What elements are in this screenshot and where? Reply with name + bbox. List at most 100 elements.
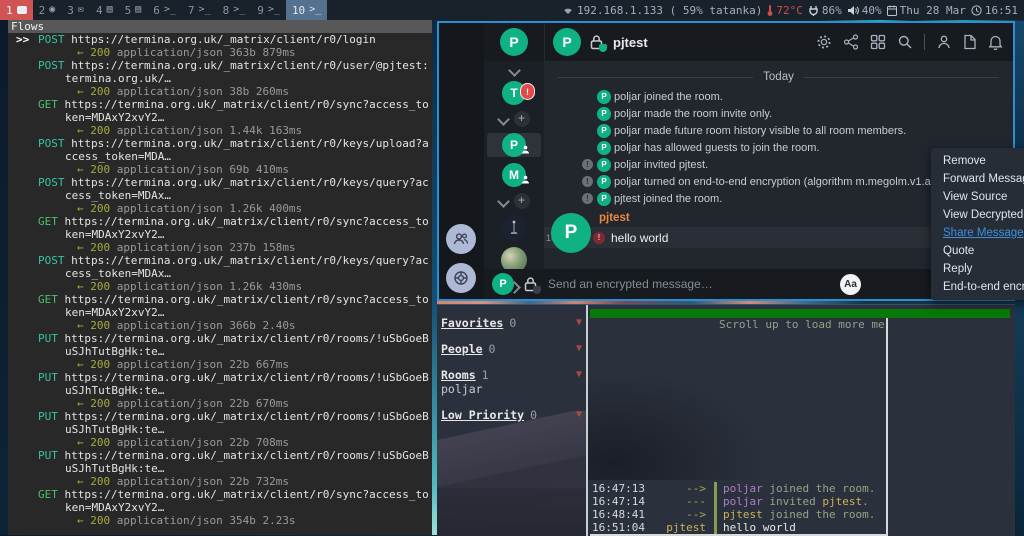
room-header: P pjtest — [544, 23, 1013, 61]
volume-text: 40% — [862, 4, 882, 17]
context-menu-item[interactable]: View Decrypted S — [931, 206, 1024, 224]
workspace-button[interactable]: 10 — [286, 0, 327, 20]
share-icon[interactable] — [843, 34, 859, 50]
rooms-grid-icon[interactable] — [870, 34, 886, 50]
sidebar-sections: Favorites 0 ▼ People 0 ▼ — [441, 316, 582, 421]
workspace-button[interactable]: 8 — [217, 0, 252, 20]
flow-row[interactable]: PUT https://termina.org.uk/_matrix/clien… — [8, 410, 432, 449]
workspace-number: 10 — [292, 4, 305, 17]
request-url: https://termina.org.uk/_matrix/client/r0… — [65, 371, 429, 397]
flow-row[interactable]: PUT https://termina.org.uk/_matrix/clien… — [8, 332, 432, 371]
workspace-icon — [309, 5, 321, 15]
flow-row[interactable]: >> POST https://termina.org.uk/_matrix/c… — [8, 33, 432, 59]
directory-button[interactable] — [446, 224, 476, 254]
request-url: https://termina.org.uk/_matrix/client/r0… — [65, 332, 429, 358]
flow-row[interactable]: GET https://termina.org.uk/_matrix/clien… — [8, 98, 432, 137]
flow-row[interactable]: POST https://termina.org.uk/_matrix/clie… — [8, 59, 432, 98]
flow-row[interactable]: PUT https://termina.org.uk/_matrix/clien… — [8, 371, 432, 410]
response-meta: application/json 1.44k 163ms — [117, 124, 302, 137]
collapse-triangle-icon[interactable]: ▼ — [576, 343, 582, 354]
collapse-triangle-icon[interactable]: ▼ — [576, 369, 582, 380]
request-url: https://termina.org.uk/_matrix/client/r0… — [65, 488, 429, 514]
file-icon[interactable] — [963, 34, 977, 50]
collapse-triangle-icon[interactable]: ▼ — [576, 317, 582, 328]
workspace-list: 1 2 3 4 5 6 — [0, 0, 327, 20]
workspace-number: 9 — [257, 4, 264, 17]
workspace-button[interactable]: 3 — [61, 0, 90, 20]
flow-row[interactable]: GET https://termina.org.uk/_matrix/clien… — [8, 215, 432, 254]
account-area[interactable]: P — [484, 28, 544, 56]
room-avatar: P — [553, 28, 581, 56]
search-icon[interactable] — [897, 34, 913, 50]
message-input[interactable]: Send an encrypted message… — [548, 277, 831, 291]
flow-row[interactable]: GET https://termina.org.uk/_matrix/clien… — [8, 488, 432, 527]
context-menu-item[interactable]: Share Message — [931, 224, 1024, 242]
members-icon[interactable] — [936, 34, 952, 50]
account-avatar[interactable]: P — [500, 28, 528, 56]
workspace-button[interactable]: 7 — [182, 0, 217, 20]
flow-row[interactable]: PUT https://termina.org.uk/_matrix/clien… — [8, 449, 432, 488]
context-menu-item[interactable]: End-to-end encry — [931, 278, 1024, 296]
flow-row[interactable]: GET https://termina.org.uk/_matrix/clien… — [8, 293, 432, 332]
log-line: 16:48:41 --> pjtest joined the room. — [590, 508, 886, 521]
workspace-number: 3 — [67, 4, 74, 17]
chevron-down-icon[interactable] — [508, 64, 521, 77]
workspace-button[interactable]: 2 — [33, 0, 62, 20]
add-room-button[interactable]: + — [514, 193, 530, 209]
context-menu-item[interactable]: Remove — [931, 152, 1024, 170]
workspace-button[interactable]: 9 — [251, 0, 286, 20]
workspace-button[interactable]: 4 — [90, 0, 119, 20]
calendar-icon — [887, 5, 897, 16]
section-header[interactable]: People 0 ▼ — [441, 342, 582, 355]
response-status: ← 200 — [77, 202, 110, 215]
workspace-button[interactable]: 1 — [0, 0, 33, 20]
workspace-icon — [17, 6, 27, 14]
flow-row[interactable]: POST https://termina.org.uk/_matrix/clie… — [8, 137, 432, 176]
workspace-button[interactable]: 6 — [147, 0, 182, 20]
format-button[interactable]: Aa — [840, 274, 861, 295]
room-avatar-lamp[interactable] — [501, 215, 527, 241]
add-room-button[interactable]: + — [514, 111, 530, 127]
temperature-segment: 72°C — [767, 4, 803, 17]
workspace-number: 5 — [125, 4, 132, 17]
response-status: ← 200 — [77, 163, 110, 176]
notifications-bell-icon[interactable] — [988, 34, 1003, 50]
context-menu-item[interactable]: Quote — [931, 242, 1024, 260]
response-line: ← 200 application/json 354b 2.23s — [8, 514, 432, 527]
room-item-m[interactable]: M — [487, 163, 541, 187]
flow-row[interactable]: POST https://termina.org.uk/_matrix/clie… — [8, 254, 432, 293]
request-line: GET https://termina.org.uk/_matrix/clien… — [8, 293, 432, 319]
response-meta: application/json 22b 732ms — [117, 475, 289, 488]
response-line: ← 200 application/json 22b 670ms — [8, 397, 432, 410]
request-line: PUT https://termina.org.uk/_matrix/clien… — [8, 332, 432, 358]
room-entry[interactable]: poljar — [441, 382, 582, 395]
log-sender: --> — [654, 508, 706, 521]
flow-row[interactable]: POST https://termina.org.uk/_matrix/clie… — [8, 176, 432, 215]
room-title: pjtest — [613, 35, 648, 50]
context-menu-item[interactable]: Reply — [931, 260, 1024, 278]
request-url: https://termina.org.uk/_matrix/client/r0… — [65, 137, 429, 163]
chevron-down-icon[interactable] — [497, 113, 510, 126]
room-event: P poljar made the room invite only. — [544, 105, 1013, 122]
context-menu-item[interactable]: View Source — [931, 188, 1024, 206]
date-divider: Today — [558, 71, 999, 83]
collapse-triangle-icon[interactable]: ▼ — [576, 409, 582, 420]
clock-icon — [971, 5, 982, 16]
room-item-t[interactable]: T ! — [487, 81, 541, 105]
room-item-p-selected[interactable]: P — [487, 133, 541, 157]
section-count: 0 — [530, 408, 537, 422]
titlebar: P P pjtest — [484, 23, 1013, 61]
chevron-down-icon[interactable] — [497, 195, 510, 208]
battery-segment: 86% — [808, 4, 842, 17]
log-segment: poljar — [723, 482, 763, 495]
help-button[interactable] — [446, 263, 476, 293]
context-menu-item[interactable]: Forward Message — [931, 170, 1024, 188]
titlebar-icons — [816, 34, 1013, 50]
section-header[interactable]: Rooms 1 ▼ — [441, 368, 582, 381]
section-header[interactable]: Low Priority 0 ▼ — [441, 408, 582, 421]
settings-gear-icon[interactable] — [816, 34, 832, 50]
gomuks-sidebar: Favorites 0 ▼ People 0 ▼ — [437, 305, 588, 536]
section-header[interactable]: Favorites 0 ▼ — [441, 316, 582, 329]
sidebar-wallpaper — [437, 488, 586, 536]
workspace-button[interactable]: 5 — [119, 0, 148, 20]
